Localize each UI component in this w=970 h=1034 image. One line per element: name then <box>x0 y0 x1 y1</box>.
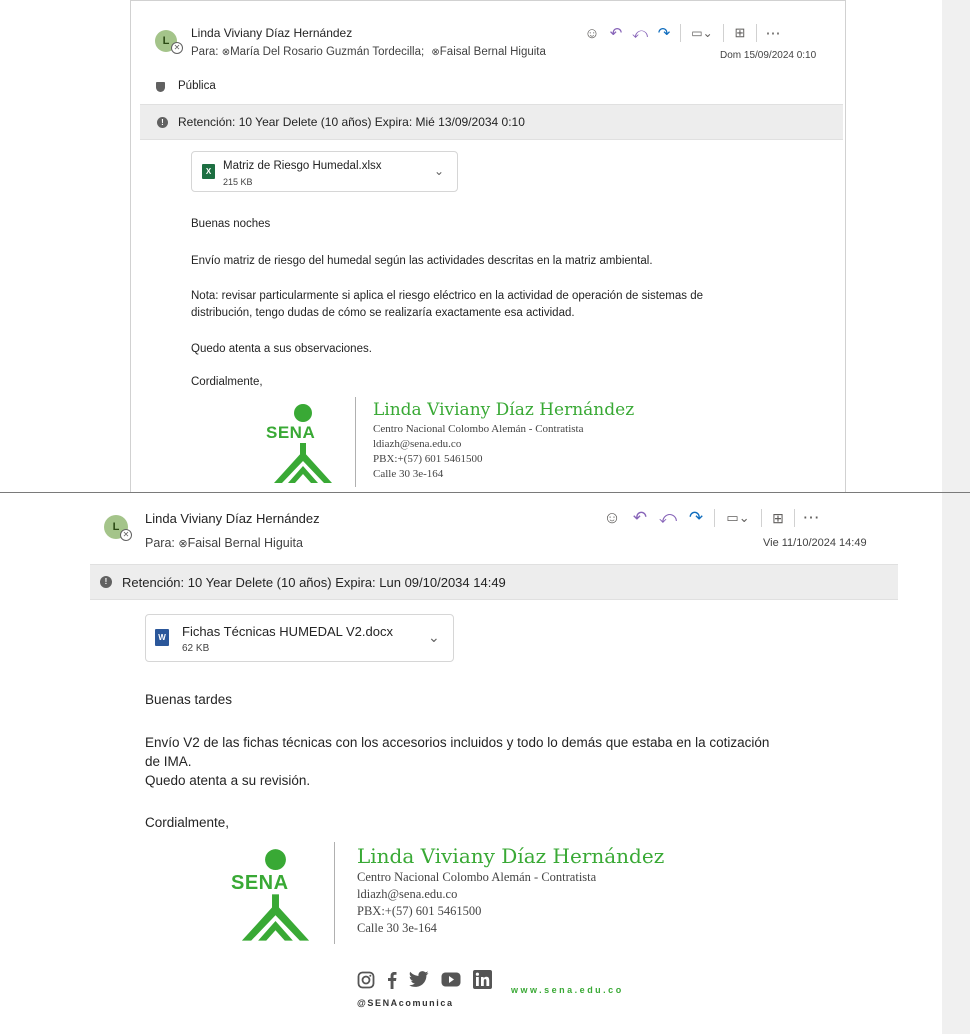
body-closing: Cordialmente, <box>145 815 230 830</box>
emoji-react-icon[interactable]: ☺ <box>598 507 626 529</box>
signature-name: Linda Viviany Díaz Hernández <box>357 844 665 868</box>
shield-icon <box>156 82 165 92</box>
teams-share-icon[interactable]: ▭⌄ <box>685 22 719 44</box>
signature-divider <box>334 842 335 944</box>
body-greeting: Buenas noches <box>191 218 271 230</box>
sena-logo-figure-icon <box>274 404 332 483</box>
sena-logo-text: SENA <box>266 423 316 442</box>
presence-badge-icon: ✕ <box>171 42 183 54</box>
more-options-icon[interactable]: ⋯ <box>799 507 823 529</box>
forward-icon[interactable]: ↷ <box>652 22 676 44</box>
signature-org: Centro Nacional Colombo Alemán - Contrat… <box>357 870 597 884</box>
recipients-line: Para: ⊗María Del Rosario Guzmán Tordecil… <box>191 46 546 58</box>
info-icon: ! <box>157 116 168 128</box>
body-paragraph: Envío matriz de riesgo del humedal según… <box>191 255 653 267</box>
twitter-icon[interactable] <box>409 971 429 988</box>
retention-banner: ! Retención: 10 Year Delete (10 años) Ex… <box>140 104 843 140</box>
body-paragraph: Nota: revisar particularmente si aplica … <box>191 290 704 302</box>
attachment-name: Fichas Técnicas HUMEDAL V2.docx <box>182 624 393 639</box>
word-icon: W <box>155 629 169 646</box>
linkedin-icon[interactable] <box>473 970 492 989</box>
youtube-icon[interactable] <box>441 972 461 987</box>
recipient-chip[interactable]: Faisal Bernal Higuita <box>188 536 303 550</box>
forward-icon[interactable]: ↷ <box>682 507 710 529</box>
signature-phone: PBX:+(57) 601 5461500 <box>373 453 483 465</box>
apps-icon[interactable]: ⊞ <box>766 507 790 529</box>
toolbar-divider <box>714 509 715 527</box>
message-toolbar: ☺ ↶ ⤺ ↷ ▭⌄ ⊞ ⋯ <box>580 22 785 44</box>
reply-all-icon[interactable]: ⤺ <box>654 507 682 529</box>
facebook-icon[interactable] <box>387 971 397 989</box>
recipient-chip[interactable]: María Del Rosario Guzmán Tordecilla; <box>230 46 424 58</box>
retention-banner: ! Retención: 10 Year Delete (10 años) Ex… <box>90 564 898 600</box>
sena-logo-figure-icon <box>241 849 310 941</box>
sender-name[interactable]: Linda Viviany Díaz Hernández <box>145 511 320 526</box>
sensitivity-label[interactable]: Pública <box>178 80 216 92</box>
excel-icon: X <box>202 164 215 179</box>
recipients-line: Para: ⊗Faisal Bernal Higuita <box>145 536 303 550</box>
chevron-down-icon[interactable]: ⌄ <box>434 164 444 178</box>
signature-address: Calle 30 3e-164 <box>373 468 444 480</box>
sent-date: Vie 11/10/2024 14:49 <box>763 537 867 549</box>
signature-address: Calle 30 3e-164 <box>357 921 437 935</box>
retention-text: Retención: 10 Year Delete (10 años) Expi… <box>178 115 525 129</box>
message-toolbar: ☺ ↶ ⤺ ↷ ▭⌄ ⊞ ⋯ <box>598 507 823 529</box>
screenshot-divider <box>0 492 970 493</box>
attachment-size: 62 KB <box>182 643 210 654</box>
signature-email[interactable]: ldiazh@sena.edu.co <box>357 887 457 902</box>
body-paragraph: Envío V2 de las fichas técnicas con los … <box>145 735 770 750</box>
chevron-down-icon[interactable]: ⌄ <box>428 629 440 646</box>
instagram-icon[interactable] <box>357 971 375 989</box>
teams-share-icon[interactable]: ▭⌄ <box>719 507 757 529</box>
body-paragraph: Quedo atenta a sus observaciones. <box>191 343 372 355</box>
toolbar-divider <box>680 24 681 42</box>
toolbar-divider <box>756 24 757 42</box>
reply-icon[interactable]: ↶ <box>626 507 654 529</box>
sena-logo: SENA <box>228 848 323 943</box>
body-greeting: Buenas tardes <box>145 692 233 707</box>
attachment-card[interactable]: W Fichas Técnicas HUMEDAL V2.docx 62 KB … <box>145 614 454 662</box>
recipient-remove-icon: ⊗ <box>178 538 188 550</box>
sender-name[interactable]: Linda Viviany Díaz Hernández <box>191 26 352 40</box>
presence-badge-icon: ✕ <box>120 529 132 541</box>
attachment-name: Matriz de Riesgo Humedal.xlsx <box>223 160 382 172</box>
toolbar-divider <box>794 509 795 527</box>
social-links <box>357 970 492 989</box>
social-handle: @SENAcomunica <box>357 998 454 1008</box>
more-options-icon[interactable]: ⋯ <box>761 22 785 44</box>
website-link[interactable]: www.sena.edu.co <box>511 985 624 995</box>
emoji-react-icon[interactable]: ☺ <box>580 22 604 44</box>
signature-phone: PBX:+(57) 601 5461500 <box>357 904 482 918</box>
attachment-size: 215 KB <box>223 177 253 187</box>
reading-pane-gutter <box>942 0 970 1034</box>
to-label: Para: <box>191 46 219 58</box>
info-icon: ! <box>100 576 112 588</box>
apps-icon[interactable]: ⊞ <box>728 22 752 44</box>
signature-org: Centro Nacional Colombo Alemán - Contrat… <box>373 423 584 435</box>
body-paragraph: de IMA. <box>145 754 192 769</box>
reply-icon[interactable]: ↶ <box>604 22 628 44</box>
recipient-remove-icon: ⊗ <box>221 47 231 58</box>
recipient-remove-icon: ⊗ <box>431 47 440 58</box>
body-paragraph: distribución, tengo dudas de cómo se rea… <box>191 307 575 319</box>
sent-date: Dom 15/09/2024 0:10 <box>720 50 817 61</box>
attachment-card[interactable]: X Matriz de Riesgo Humedal.xlsx 215 KB ⌄ <box>191 151 458 192</box>
signature-name: Linda Viviany Díaz Hernández <box>373 400 635 420</box>
recipient-chip[interactable]: Faisal Bernal Higuita <box>440 46 546 58</box>
signature-email[interactable]: ldiazh@sena.edu.co <box>373 438 461 450</box>
toolbar-divider <box>723 24 724 42</box>
reply-all-icon[interactable]: ⤺ <box>628 22 652 44</box>
to-label: Para: <box>145 536 175 550</box>
body-paragraph: Quedo atenta a su revisión. <box>145 773 311 788</box>
body-closing: Cordialmente, <box>191 376 263 388</box>
retention-text: Retención: 10 Year Delete (10 años) Expi… <box>122 574 506 590</box>
sena-logo-text: SENA <box>231 872 289 894</box>
signature-divider <box>355 397 356 487</box>
toolbar-divider <box>761 509 762 527</box>
sena-logo: SENA <box>262 403 344 485</box>
